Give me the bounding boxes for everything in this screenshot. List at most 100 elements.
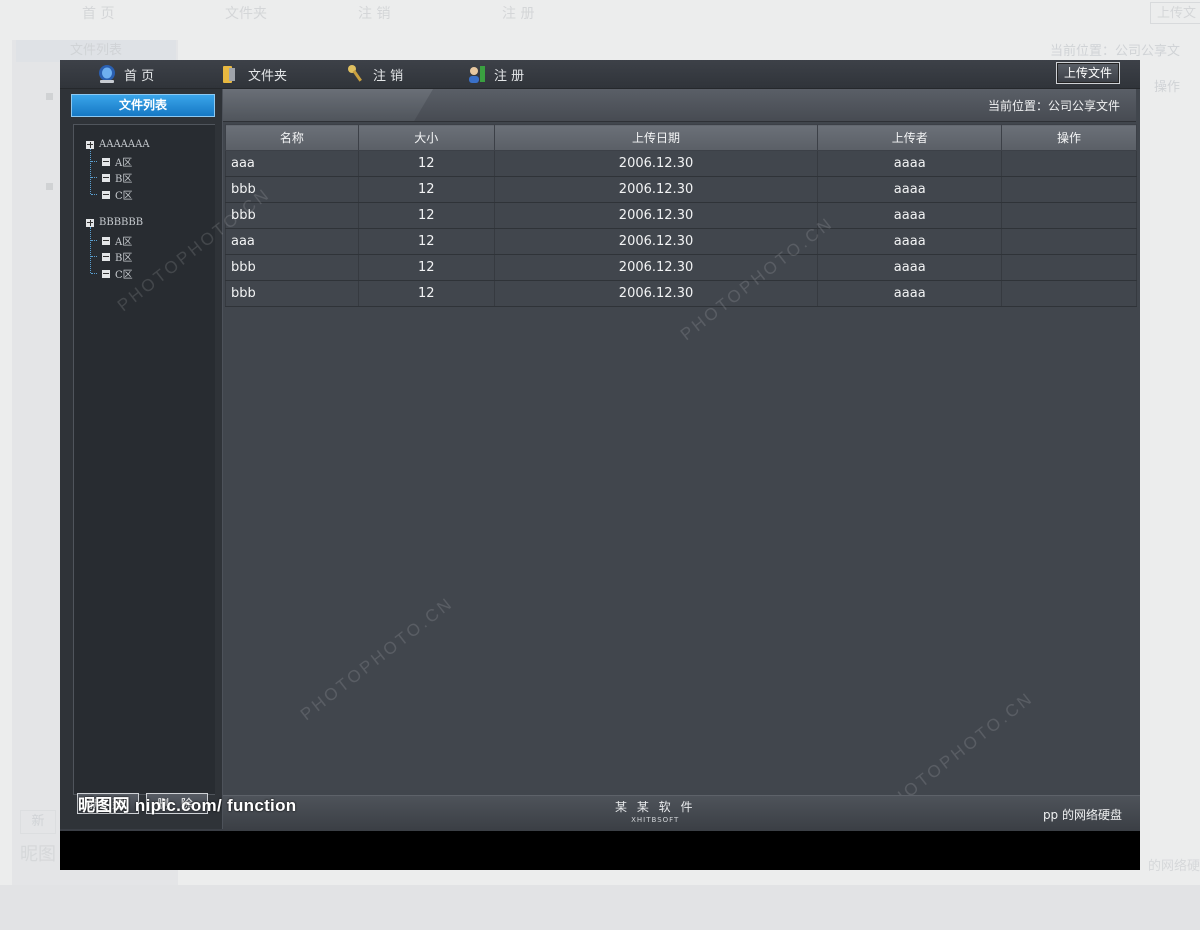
nav-folder-label: 文件夹 <box>248 68 288 84</box>
file-uploader: aaaa <box>817 280 1003 307</box>
bottom-bar <box>60 831 1140 870</box>
file-tree: AAAAAAA A区 B区 C区 BBBBBB A区 B区 C区 <box>73 124 215 795</box>
nav-register[interactable]: 注 册 <box>466 60 524 88</box>
watermark-site-text: 昵图网 nipic.com/ function <box>78 796 297 815</box>
key-icon <box>348 65 362 82</box>
file-size: 12 <box>357 202 495 229</box>
ghost-nav-logout: 注 销 <box>358 6 391 22</box>
ghost-expand-icon <box>46 93 53 100</box>
tree-line <box>90 227 91 273</box>
expand-icon[interactable] <box>86 218 94 227</box>
ghost-op-header: 操作 <box>1153 80 1180 95</box>
collapse-icon[interactable] <box>102 190 110 199</box>
ghost-sidebar-title: 文件列表 <box>16 40 176 62</box>
table-row[interactable]: aaa 12 2006.12.30 aaaa <box>225 228 1137 255</box>
file-name[interactable]: bbb <box>225 202 359 229</box>
collapse-icon[interactable] <box>102 252 110 261</box>
tree-item-label: C区 <box>115 191 133 202</box>
table-row[interactable]: bbb 12 2006.12.30 aaaa <box>225 176 1137 203</box>
user-icon <box>469 66 485 83</box>
nav-logout-label: 注 销 <box>373 68 404 84</box>
footer-right-text: pp 的网络硬盘 <box>1042 808 1122 822</box>
col-size-header[interactable]: 大小 <box>357 124 495 151</box>
nav-folder[interactable]: 文件夹 <box>220 60 287 88</box>
breadcrumb: 当前位置：公司公享文件 <box>987 99 1120 113</box>
ghost-breadcrumb: 当前位置：公司公享文 <box>1050 44 1181 59</box>
table-row[interactable]: bbb 12 2006.12.30 aaaa <box>225 202 1137 229</box>
collapse-icon[interactable] <box>102 157 110 166</box>
file-table: 名称 大小 上传日期 上传者 操作 aaa 12 2006.12.30 aaaa… <box>225 124 1137 307</box>
file-action[interactable] <box>1001 228 1137 255</box>
ghost-expand-icon <box>46 183 53 190</box>
file-action[interactable] <box>1001 202 1137 229</box>
tree-item[interactable]: C区 <box>102 187 133 202</box>
file-size: 12 <box>357 254 495 281</box>
file-date: 2006.12.30 <box>493 228 819 255</box>
app-window: 首 页 文件夹 注 销 注 册 上传文件 文件列表 AAAAAAA A区 B区 … <box>60 60 1140 870</box>
collapse-icon[interactable] <box>102 236 110 245</box>
file-size: 12 <box>357 228 495 255</box>
breadcrumb-bar: 当前位置：公司公享文件 <box>223 89 1136 122</box>
file-uploader: aaaa <box>817 254 1003 281</box>
tree-item[interactable]: B区 <box>102 170 132 185</box>
tree-item[interactable]: B区 <box>102 249 132 264</box>
tree-group-b[interactable]: BBBBBB <box>86 217 143 228</box>
file-date: 2006.12.30 <box>493 280 819 307</box>
ghost-nav-register: 注 册 <box>502 6 535 22</box>
col-name-header[interactable]: 名称 <box>225 124 359 151</box>
tree-item-label: A区 <box>115 158 133 169</box>
file-uploader: aaaa <box>817 150 1003 177</box>
nav-home[interactable]: 首 页 <box>96 60 154 88</box>
ghost-new-button: 新 <box>20 810 56 834</box>
table-header-row: 名称 大小 上传日期 上传者 操作 <box>225 124 1137 151</box>
collapse-icon[interactable] <box>102 269 110 278</box>
file-action[interactable] <box>1001 254 1137 281</box>
file-name[interactable]: bbb <box>225 254 359 281</box>
nav-register-label: 注 册 <box>494 68 525 84</box>
file-action[interactable] <box>1001 150 1137 177</box>
nav-home-label: 首 页 <box>124 68 155 84</box>
file-name[interactable]: aaa <box>225 228 359 255</box>
main-content: 当前位置：公司公享文件 名称 大小 上传日期 上传者 操作 aaa 12 200… <box>223 89 1140 819</box>
ghost-nav-folder: 文件夹 <box>225 6 267 22</box>
nav-logout[interactable]: 注 销 <box>345 60 403 88</box>
folder-icon <box>223 66 235 83</box>
col-action-header: 操作 <box>1001 124 1137 151</box>
file-name[interactable]: bbb <box>225 280 359 307</box>
file-name[interactable]: bbb <box>225 176 359 203</box>
sidebar: 文件列表 AAAAAAA A区 B区 C区 BBBBBB A区 B区 C区 新 … <box>60 89 223 829</box>
tree-connector <box>91 273 97 274</box>
ghost-footer-text: 昵图 <box>20 844 56 865</box>
tree-item[interactable]: A区 <box>102 154 132 169</box>
table-row[interactable]: bbb 12 2006.12.30 aaaa <box>225 254 1137 281</box>
watermark-stamp: PHOTOPHOTO.CN <box>297 593 458 725</box>
file-size: 12 <box>357 150 495 177</box>
file-date: 2006.12.30 <box>493 254 819 281</box>
file-date: 2006.12.30 <box>493 202 819 229</box>
tree-group-a[interactable]: AAAAAAA <box>86 139 150 150</box>
tree-item-label: B区 <box>115 253 133 264</box>
file-action[interactable] <box>1001 280 1137 307</box>
collapse-icon[interactable] <box>102 173 110 182</box>
file-action[interactable] <box>1001 176 1137 203</box>
file-name[interactable]: aaa <box>225 150 359 177</box>
col-date-header[interactable]: 上传日期 <box>493 124 819 151</box>
table-row[interactable]: aaa 12 2006.12.30 aaaa <box>225 150 1137 177</box>
ghost-nav: 首 页 文件夹 注 销 注 册 <box>0 0 1200 30</box>
table-row[interactable]: bbb 12 2006.12.30 aaaa <box>225 280 1137 307</box>
upload-file-button[interactable]: 上传文件 <box>1056 62 1120 84</box>
tree-connector <box>91 161 97 162</box>
brand-sub: XHITBSOFT <box>631 816 680 824</box>
ghost-upload-button: 上传文 <box>1150 2 1200 24</box>
file-uploader: aaaa <box>817 176 1003 203</box>
footer: 某 某 软 件 XHITBSOFT pp 的网络硬盘 <box>223 795 1140 832</box>
top-nav: 首 页 文件夹 注 销 注 册 上传文件 <box>60 60 1140 89</box>
tree-item[interactable]: C区 <box>102 266 133 281</box>
expand-icon[interactable] <box>86 140 94 149</box>
col-uploader-header[interactable]: 上传者 <box>817 124 1003 151</box>
brand-name: 某 某 软 件 <box>615 800 696 814</box>
tree-item[interactable]: A区 <box>102 233 132 248</box>
monitor-icon <box>99 65 115 83</box>
watermark-stamp-text: PHOTOPHOTO.CN <box>296 593 458 725</box>
file-date: 2006.12.30 <box>493 150 819 177</box>
